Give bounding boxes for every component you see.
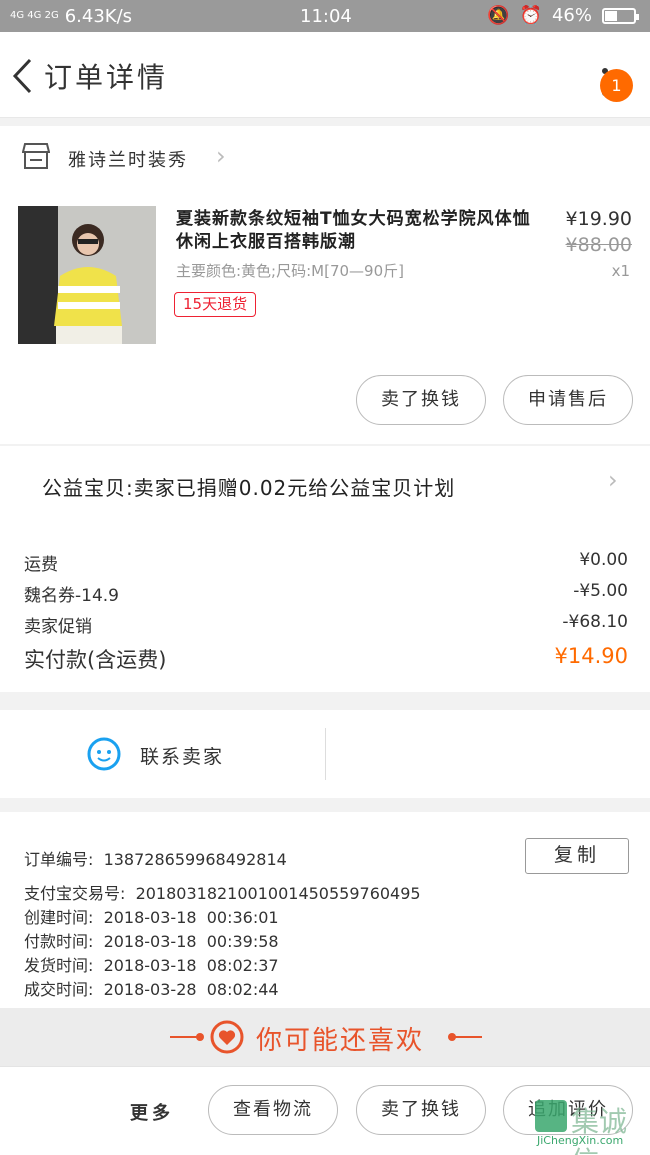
order-number: 订单编号: 138728659968492814 [24, 850, 287, 869]
fee-label: 运费 [24, 555, 58, 575]
watermark-icon [535, 1100, 567, 1132]
product-title[interactable]: 夏装新款条纹短袖T恤女大码宽松学院风体恤休闲上衣服百搭韩版潮 [176, 208, 536, 254]
battery-icon [602, 7, 639, 24]
product-spec: 主要颜色:黄色;尺码:M[70—90斤] [176, 262, 404, 280]
decor-line [454, 1036, 482, 1038]
product-price: ¥19.90 [565, 208, 632, 230]
back-arrow-icon[interactable] [10, 56, 36, 96]
alipay-trade-number: 支付宝交易号: 2018031821001001450559760495 [24, 884, 421, 903]
charity-row[interactable]: 公益宝贝:卖家已捐赠0.02元给公益宝贝计划 › [0, 446, 650, 520]
shop-name: 雅诗兰时装秀 [68, 150, 188, 171]
network-speed: 6.43K/s [64, 5, 133, 27]
divider [325, 728, 326, 780]
contact-seller-button[interactable]: 联系卖家 [140, 742, 224, 769]
battery-percent: 46% [551, 5, 592, 26]
sell-button[interactable]: 卖了换钱 [356, 1085, 486, 1135]
status-right: 🔕 ⏰ 46% [487, 5, 639, 26]
recommend-banner: 你可能还喜欢 [0, 1008, 650, 1066]
product-image[interactable] [18, 206, 156, 344]
sell-button[interactable]: 卖了换钱 [356, 375, 486, 425]
fee-label: 魏名券-14.9 [24, 586, 119, 606]
copy-button[interactable]: 复制 [525, 838, 629, 874]
decor-dot [196, 1033, 204, 1041]
after-sale-button[interactable]: 申请售后 [503, 375, 633, 425]
product-item[interactable]: 夏装新款条纹短袖T恤女大码宽松学院风体恤休闲上衣服百搭韩版潮 主要颜色:黄色;尺… [0, 192, 650, 444]
watermark-logo: 集诚信 JiChengXin.com [535, 1098, 645, 1155]
paid-time: 付款时间: 2018-03-18 00:39:58 [24, 932, 279, 951]
created-time: 创建时间: 2018-03-18 00:36:01 [24, 908, 279, 927]
page-title: 订单详情 [44, 61, 169, 94]
status-bar: 4G 4G 2G 6.43K/s 11:04 🔕 ⏰ 46% [0, 0, 650, 32]
signal-indicator: 4G 4G 2G [10, 10, 59, 21]
status-left: 4G 4G 2G 6.43K/s [10, 6, 132, 27]
product-quantity: x1 [611, 262, 630, 280]
fee-value: ¥0.00 [579, 550, 628, 570]
title-bar: 订单详情 1 [0, 32, 650, 118]
shipped-time: 发货时间: 2018-03-18 08:02:37 [24, 956, 279, 975]
chat-bubble-icon[interactable] [86, 736, 122, 772]
charity-text: 公益宝贝:卖家已捐赠0.02元给公益宝贝计划 [42, 476, 456, 500]
clock: 11:04 [300, 6, 352, 27]
fee-label: 卖家促销 [24, 617, 92, 637]
fee-row-coupon: 魏名券-14.9 -¥5.00 [24, 581, 628, 607]
fee-row-promotion: 卖家促销 -¥68.10 [24, 612, 628, 638]
contact-section: 联系卖家 [0, 710, 650, 798]
decor-line [170, 1036, 198, 1038]
return-policy-tag: 15天退货 [174, 292, 257, 317]
fee-summary: 运费 ¥0.00 魏名券-14.9 -¥5.00 卖家促销 -¥68.10 实付… [0, 520, 650, 692]
chevron-right-icon: › [608, 466, 618, 494]
recommend-title: 你可能还喜欢 [256, 1026, 425, 1056]
notification-badge: 1 [600, 69, 633, 102]
total-label: 实付款(含运费) [24, 648, 167, 672]
fee-value: -¥68.10 [562, 612, 628, 632]
mute-icon: 🔕 [487, 5, 510, 26]
fee-value: -¥5.00 [573, 581, 628, 601]
fee-row-shipping: 运费 ¥0.00 [24, 550, 628, 576]
total-value: ¥14.90 [554, 644, 628, 668]
view-logistics-button[interactable]: 查看物流 [208, 1085, 338, 1135]
order-info: 订单编号: 138728659968492814 支付宝交易号: 2018031… [0, 812, 650, 1008]
alarm-icon: ⏰ [519, 5, 542, 26]
completed-time: 成交时间: 2018-03-28 08:02:44 [24, 980, 279, 999]
total-paid-row: 实付款(含运费) ¥14.90 [24, 644, 628, 672]
watermark-url: JiChengXin.com [537, 1134, 624, 1147]
shop-icon [22, 143, 50, 169]
chevron-right-icon: › [216, 142, 226, 170]
more-button[interactable]: 更多 [130, 1099, 174, 1125]
heart-icon [210, 1020, 244, 1054]
product-original-price: ¥88.00 [565, 234, 632, 256]
shop-row[interactable]: 雅诗兰时装秀 › [0, 126, 650, 192]
